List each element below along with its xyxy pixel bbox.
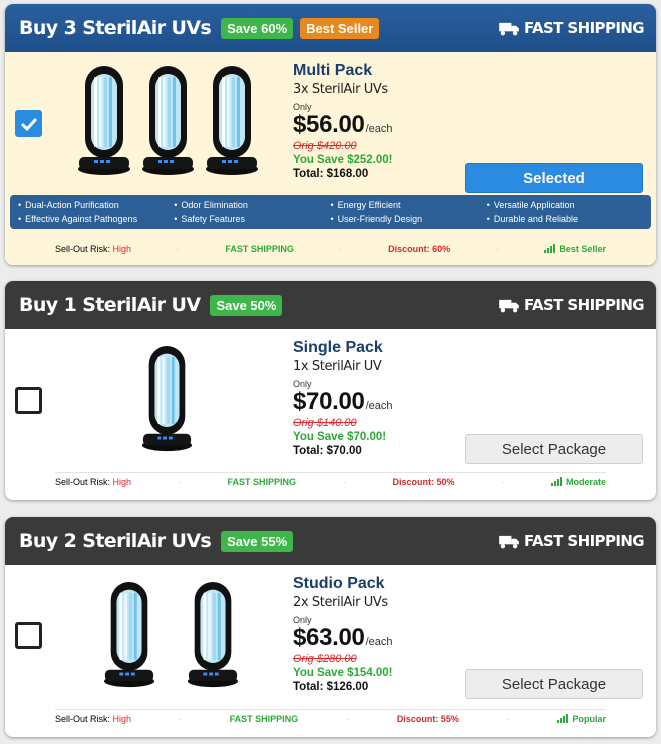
price-amount: $56.00 (293, 111, 365, 138)
strip-shipping: FAST SHIPPING (227, 476, 297, 487)
uv-lamp-image (200, 65, 264, 177)
save-badge: Save 50% (210, 294, 283, 316)
fast-shipping-label: FAST SHIPPING (499, 532, 645, 550)
pack-subtitle: 3x SterilAir UVs (293, 82, 388, 97)
total-price: Total: $126.00 (293, 681, 369, 693)
package-info: Single Pack 1x SterilAir UV Only $70.00 … (293, 338, 393, 457)
pack-subtitle: 2x SterilAir UVs (293, 595, 388, 610)
unit-price: $63.00 /each (293, 624, 393, 652)
uv-lamp-image (72, 65, 136, 177)
feature-item: Effective Against Pathogens (18, 214, 174, 224)
signal-bars-icon (551, 477, 563, 486)
fast-shipping-label: FAST SHIPPING (499, 19, 645, 37)
signal-bars-icon (557, 714, 569, 723)
feature-item: Energy Efficient (331, 200, 487, 210)
strip-popularity: Moderate (551, 476, 606, 487)
original-price: Orig $280.00 (293, 653, 357, 665)
original-price: Orig $420.00 (293, 140, 357, 152)
fast-shipping-text: FAST SHIPPING (524, 19, 645, 37)
product-image (98, 581, 244, 689)
feature-item: Versatile Application (487, 200, 643, 210)
product-image (72, 65, 264, 177)
sellout-risk: Sell-Out Risk: High (55, 713, 132, 724)
strip-discount: Discount: 50% (392, 476, 455, 487)
price-per: /each (365, 123, 393, 135)
package-card-studio[interactable]: Buy 2 SterilAir UVs Save 55% FAST SHIPPI… (5, 517, 656, 737)
pack-subtitle: 1x SterilAir UV (293, 359, 382, 374)
uv-lamp-image (136, 65, 200, 177)
fast-shipping-text: FAST SHIPPING (524, 532, 645, 550)
feature-item: Safety Features (174, 214, 330, 224)
feature-item: Dual-Action Purification (18, 200, 174, 210)
best-seller-badge: Best Seller (300, 17, 380, 39)
package-card-single[interactable]: Buy 1 SterilAir UV Save 50% FAST SHIPPIN… (5, 281, 656, 500)
strip-popularity: Popular (557, 713, 606, 724)
checkmark-icon (20, 117, 38, 132)
total-price: Total: $70.00 (293, 445, 362, 457)
unit-price: $56.00 /each (293, 111, 393, 139)
total-price: Total: $168.00 (293, 168, 369, 180)
select-package-button[interactable]: Select Package (465, 434, 643, 464)
card-body: Studio Pack 2x SterilAir UVs Only $63.00… (5, 565, 656, 737)
package-info: Multi Pack 3x SterilAir UVs Only $56.00 … (293, 61, 393, 180)
uv-lamp-image (98, 581, 160, 689)
original-price: Orig $140.00 (293, 417, 357, 429)
uv-lamp-image (182, 581, 244, 689)
risk-value: High (112, 476, 132, 487)
risk-value: High (112, 244, 132, 254)
package-checkbox[interactable] (15, 387, 42, 414)
sellout-risk: Sell-Out Risk: High (55, 244, 132, 254)
package-info: Studio Pack 2x SterilAir UVs Only $63.00… (293, 574, 393, 693)
unit-price: $70.00 /each (293, 388, 393, 416)
pack-name: Studio Pack (293, 575, 385, 592)
you-save: You Save $154.00! (293, 667, 393, 679)
feature-list: Dual-Action Purification Odor Eliminatio… (10, 195, 651, 229)
price-amount: $63.00 (293, 624, 365, 651)
you-save: You Save $252.00! (293, 154, 393, 166)
card-title: Buy 3 SterilAir UVs (19, 17, 212, 39)
price-per: /each (365, 636, 393, 648)
pack-name: Single Pack (293, 339, 383, 356)
card-body: Multi Pack 3x SterilAir UVs Only $56.00 … (5, 52, 656, 265)
you-save: You Save $70.00! (293, 431, 387, 443)
info-strip: Sell-Out Risk: High · FAST SHIPPING · Di… (55, 472, 606, 490)
card-header: Buy 2 SterilAir UVs Save 55% FAST SHIPPI… (5, 517, 656, 565)
fast-shipping-text: FAST SHIPPING (524, 296, 645, 314)
strip-shipping: FAST SHIPPING (225, 244, 294, 254)
truck-icon (499, 298, 520, 313)
card-header: Buy 3 SterilAir UVs Save 60% Best Seller… (5, 4, 656, 52)
select-package-button[interactable]: Select Package (465, 669, 643, 699)
strip-discount: Discount: 60% (388, 244, 451, 254)
card-title: Buy 1 SterilAir UV (19, 294, 201, 316)
card-header: Buy 1 SterilAir UV Save 50% FAST SHIPPIN… (5, 281, 656, 329)
save-badge: Save 55% (221, 530, 294, 552)
package-card-multi[interactable]: Buy 3 SterilAir UVs Save 60% Best Seller… (5, 4, 656, 265)
truck-icon (499, 21, 520, 36)
signal-bars-icon (544, 244, 556, 253)
strip-popularity: Best Seller (544, 244, 606, 254)
save-badge: Save 60% (221, 17, 294, 39)
feature-item: User-Friendly Design (331, 214, 487, 224)
fast-shipping-label: FAST SHIPPING (499, 296, 645, 314)
strip-discount: Discount: 55% (396, 713, 459, 724)
risk-value: High (112, 713, 132, 724)
package-checkbox[interactable] (15, 110, 42, 137)
strip-shipping: FAST SHIPPING (229, 713, 299, 724)
package-checkbox[interactable] (15, 622, 42, 649)
info-strip: Sell-Out Risk: High · FAST SHIPPING · Di… (55, 244, 606, 254)
price-per: /each (365, 400, 393, 412)
card-title: Buy 2 SterilAir UVs (19, 530, 212, 552)
info-strip: Sell-Out Risk: High · FAST SHIPPING · Di… (55, 709, 606, 727)
selected-button[interactable]: Selected (465, 163, 643, 193)
card-body: Single Pack 1x SterilAir UV Only $70.00 … (5, 329, 656, 500)
sellout-risk: Sell-Out Risk: High (55, 476, 132, 487)
truck-icon (499, 534, 520, 549)
product-image (136, 345, 198, 453)
uv-lamp-image (136, 345, 198, 453)
pack-name: Multi Pack (293, 62, 373, 79)
feature-item: Odor Elimination (174, 200, 330, 210)
feature-item: Durable and Reliable (487, 214, 643, 224)
price-amount: $70.00 (293, 388, 365, 415)
